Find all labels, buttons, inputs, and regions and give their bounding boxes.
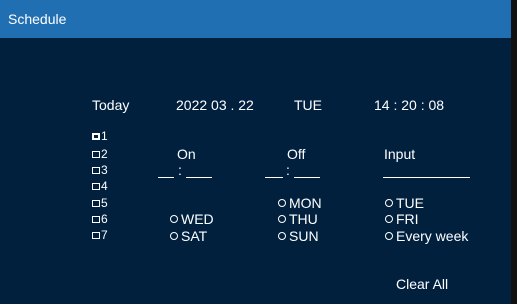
radio-icon	[278, 199, 286, 207]
checkbox-icon	[92, 166, 100, 174]
slot-label: 2	[101, 147, 108, 161]
day-option-tue[interactable]: TUE	[385, 195, 424, 211]
schedule-slot-7[interactable]: 7	[92, 228, 108, 242]
day-option-sun[interactable]: SUN	[278, 228, 319, 244]
date-value: 2022 03 . 22	[176, 97, 254, 113]
on-column-label: On	[177, 146, 196, 162]
off-hour-field[interactable]	[265, 177, 283, 178]
checkbox-icon	[92, 215, 100, 223]
on-time-separator: :	[178, 162, 182, 178]
off-column-label: Off	[287, 146, 306, 162]
day-label: Every week	[396, 228, 469, 244]
schedule-panel	[0, 38, 511, 304]
slot-label: 1	[101, 129, 108, 143]
schedule-slot-3[interactable]: 3	[92, 163, 108, 177]
slot-label: 3	[101, 163, 108, 177]
day-label: TUE	[396, 195, 424, 211]
title-bar: Schedule	[0, 0, 511, 38]
day-label: MON	[289, 195, 322, 211]
day-label: SUN	[289, 228, 319, 244]
input-source-field[interactable]	[383, 177, 470, 178]
off-time-separator: :	[286, 162, 290, 178]
radio-icon	[170, 215, 178, 223]
day-option-thu[interactable]: THU	[278, 211, 318, 227]
schedule-slot-2[interactable]: 2	[92, 147, 108, 161]
schedule-slot-6[interactable]: 6	[92, 212, 108, 226]
day-label: THU	[289, 211, 318, 227]
window-title: Schedule	[8, 11, 67, 27]
day-label: SAT	[181, 228, 208, 244]
day-label: FRI	[396, 211, 419, 227]
clear-all-button[interactable]: Clear All	[396, 276, 448, 292]
checkbox-icon	[92, 150, 100, 158]
slot-label: 5	[101, 196, 108, 210]
day-option-every-week[interactable]: Every week	[385, 228, 468, 244]
slot-label: 7	[101, 228, 108, 242]
day-option-wed[interactable]: WED	[170, 211, 214, 227]
day-option-sat[interactable]: SAT	[170, 228, 207, 244]
screen-edge	[511, 0, 517, 304]
radio-icon	[385, 232, 393, 240]
day-option-fri[interactable]: FRI	[385, 211, 419, 227]
radio-icon	[385, 199, 393, 207]
off-minute-field[interactable]	[294, 177, 320, 178]
on-minute-field[interactable]	[186, 177, 212, 178]
checkbox-icon	[92, 231, 100, 239]
input-column-label: Input	[384, 146, 416, 162]
schedule-slot-5[interactable]: 5	[92, 196, 108, 210]
slot-label: 6	[101, 212, 108, 226]
radio-icon	[278, 215, 286, 223]
today-label: Today	[92, 97, 130, 113]
day-value: TUE	[294, 97, 322, 113]
time-value: 14 : 20 : 08	[374, 97, 445, 113]
radio-icon	[278, 232, 286, 240]
day-label: WED	[181, 211, 214, 227]
slot-label: 4	[101, 179, 108, 193]
day-option-mon[interactable]: MON	[278, 195, 322, 211]
schedule-slot-4[interactable]: 4	[92, 179, 108, 193]
checkbox-icon	[92, 199, 100, 207]
checkbox-icon	[92, 182, 100, 190]
checkbox-icon	[92, 132, 100, 140]
radio-icon	[385, 215, 393, 223]
schedule-slot-1[interactable]: 1	[92, 129, 108, 143]
radio-icon	[170, 232, 178, 240]
on-hour-field[interactable]	[158, 177, 174, 178]
